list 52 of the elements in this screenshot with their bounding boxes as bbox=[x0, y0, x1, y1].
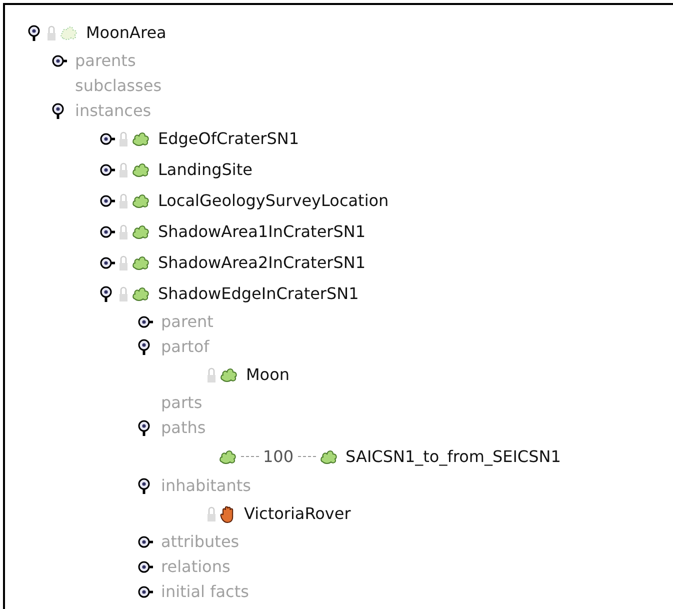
cloud-icon bbox=[132, 285, 150, 302]
cloud-icon bbox=[132, 223, 150, 240]
padlock-icon bbox=[119, 224, 128, 240]
node-label[interactable]: ShadowArea2InCraterSN1 bbox=[158, 253, 366, 272]
expand-icon[interactable] bbox=[51, 52, 67, 68]
node-label[interactable]: EdgeOfCraterSN1 bbox=[158, 129, 300, 148]
padlock-icon bbox=[119, 192, 128, 208]
node-label[interactable]: LandingSite bbox=[158, 160, 252, 179]
node-label[interactable]: MoonArea bbox=[86, 23, 166, 42]
padlock-icon bbox=[207, 366, 216, 382]
slot-label: relations bbox=[161, 557, 230, 576]
padlock-icon bbox=[47, 24, 56, 40]
slot-label: initial facts bbox=[161, 582, 249, 601]
cloud-icon bbox=[219, 448, 237, 465]
cloud-icon bbox=[132, 254, 150, 271]
padlock-icon bbox=[119, 162, 128, 178]
cloud-icon bbox=[132, 192, 150, 209]
padlock-icon bbox=[119, 130, 128, 146]
slot-label: parts bbox=[161, 393, 202, 412]
node-label[interactable]: SAICSN1_to_from_SEICSN1 bbox=[346, 447, 561, 466]
padlock-icon bbox=[119, 286, 128, 302]
expand-icon[interactable] bbox=[137, 558, 153, 574]
slot-label: inhabitants bbox=[161, 476, 251, 495]
padlock-icon bbox=[207, 506, 216, 522]
cloud-icon bbox=[60, 24, 78, 41]
cloud-icon bbox=[132, 161, 150, 178]
expand-icon[interactable] bbox=[137, 534, 153, 550]
expand-icon[interactable] bbox=[137, 314, 153, 330]
slot-label: parent bbox=[161, 312, 214, 331]
cloud-icon bbox=[132, 130, 150, 147]
cloud-icon bbox=[320, 448, 338, 465]
slot-label: subclasses bbox=[75, 76, 162, 95]
expand-icon[interactable] bbox=[99, 162, 115, 178]
slot-label: instances bbox=[75, 101, 152, 120]
slot-label: partof bbox=[161, 337, 210, 356]
node-label[interactable]: ShadowEdgeInCraterSN1 bbox=[158, 284, 359, 303]
padlock-icon bbox=[119, 254, 128, 270]
node-label[interactable]: ShadowArea1InCraterSN1 bbox=[158, 222, 366, 241]
node-label[interactable]: VictoriaRover bbox=[244, 504, 351, 523]
node-label[interactable]: Moon bbox=[246, 365, 290, 384]
slot-label: parents bbox=[75, 51, 136, 70]
expand-icon[interactable] bbox=[99, 192, 115, 208]
expand-icon[interactable] bbox=[99, 130, 115, 146]
expand-icon[interactable] bbox=[99, 254, 115, 270]
expand-icon[interactable] bbox=[137, 584, 153, 600]
node-label[interactable]: LocalGeologySurveyLocation bbox=[158, 191, 389, 210]
slot-label: attributes bbox=[161, 532, 240, 551]
cloud-icon bbox=[220, 366, 238, 383]
hand-icon bbox=[220, 504, 236, 522]
slot-label: paths bbox=[161, 418, 206, 437]
expand-icon[interactable] bbox=[99, 224, 115, 240]
path-weight: 100 bbox=[263, 447, 294, 466]
